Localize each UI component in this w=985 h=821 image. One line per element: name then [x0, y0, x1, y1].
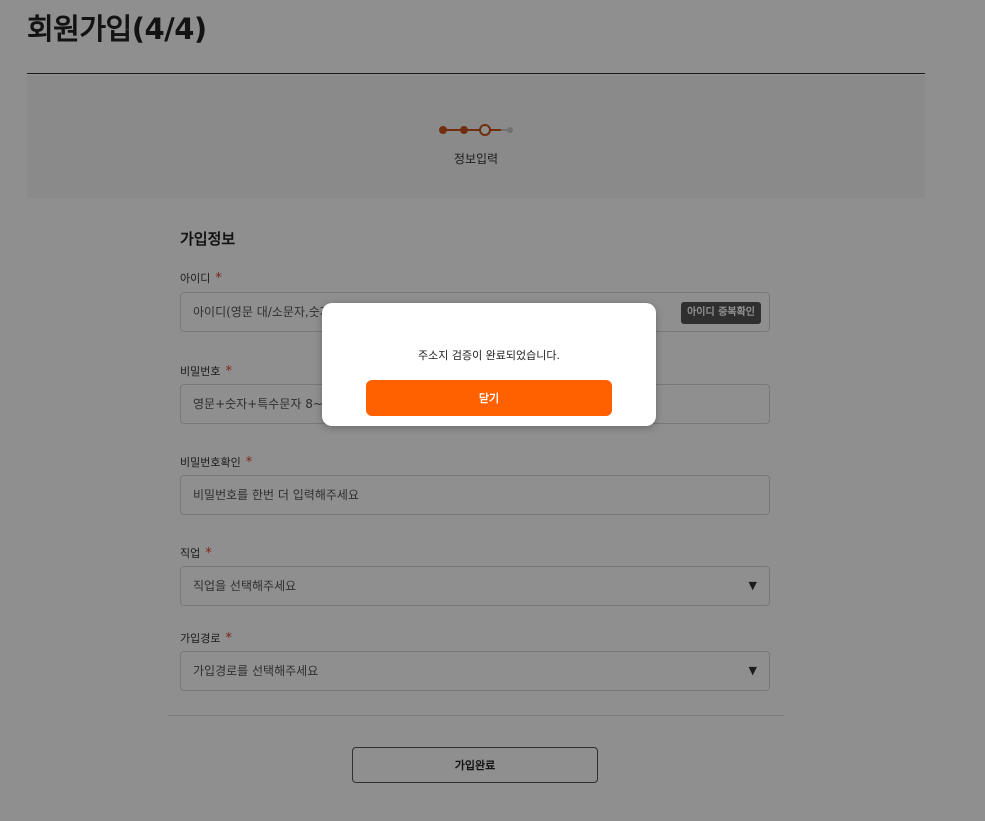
- alert-dialog: 주소지 검증이 완료되었습니다. 닫기: [322, 303, 656, 426]
- alert-message: 주소지 검증이 완료되었습니다.: [417, 349, 561, 362]
- close-button[interactable]: 닫기: [366, 380, 612, 416]
